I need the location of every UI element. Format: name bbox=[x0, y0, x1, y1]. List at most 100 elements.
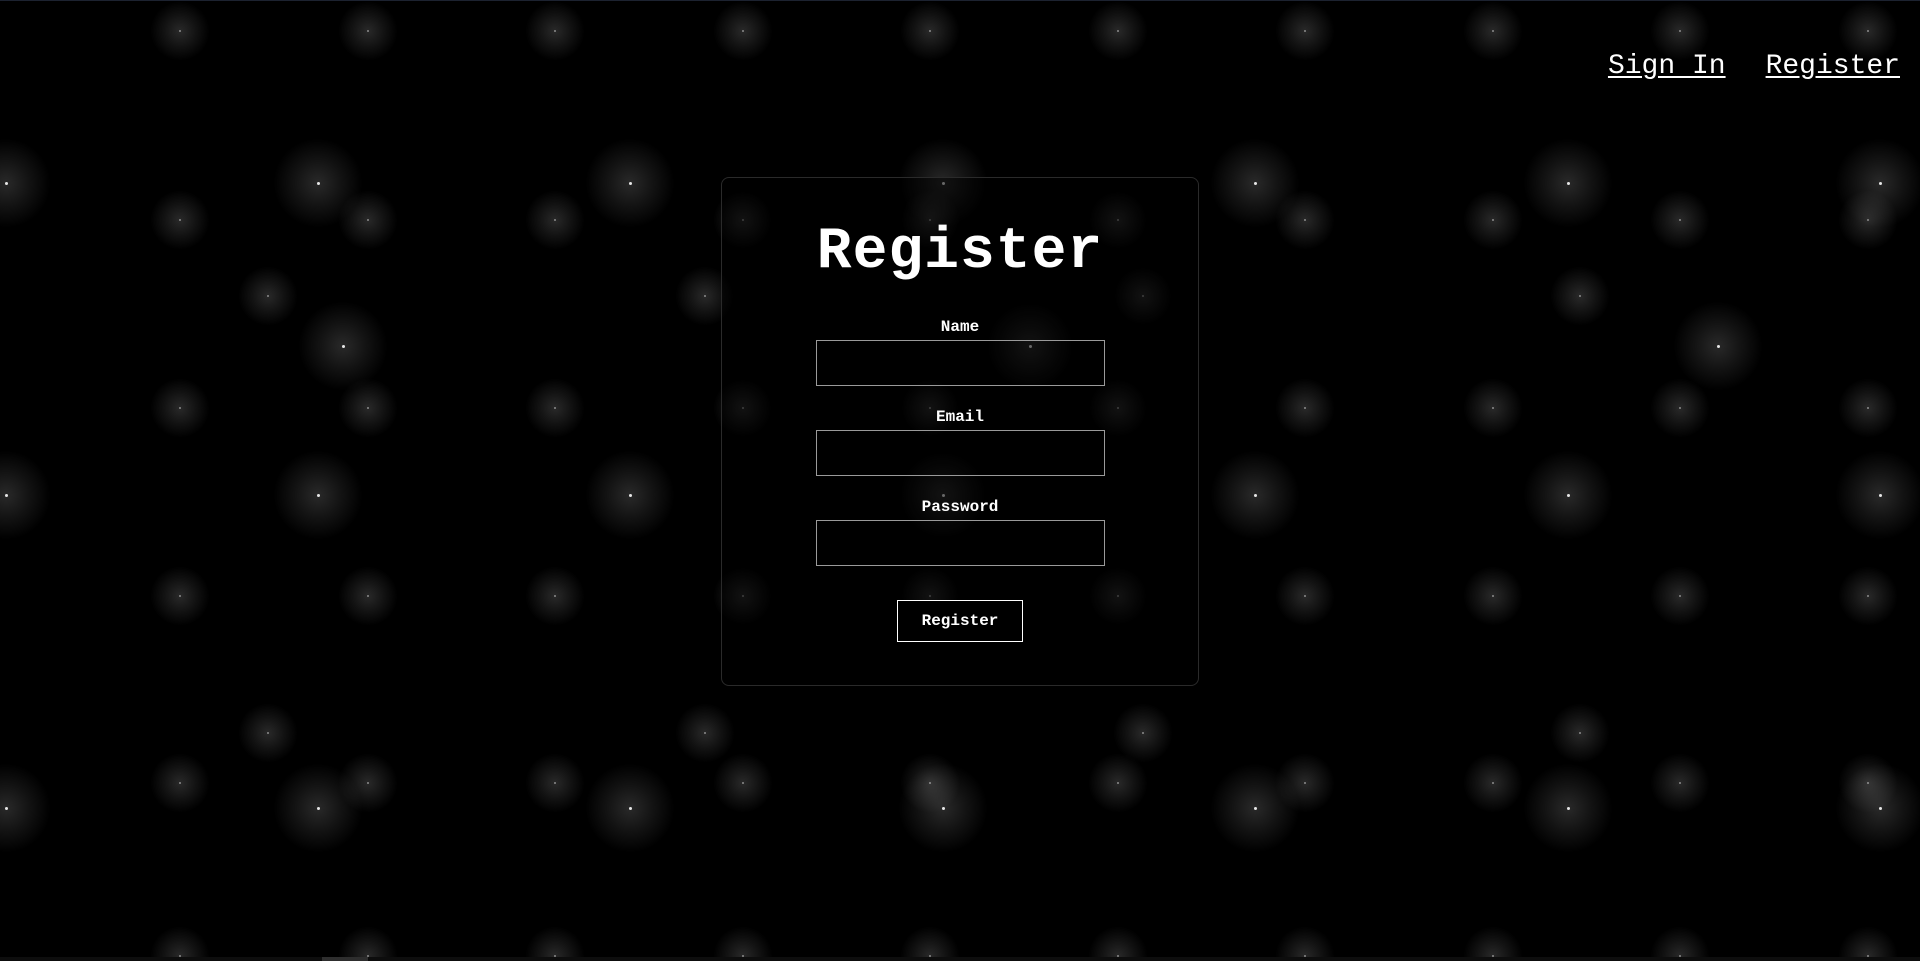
star-dot bbox=[1304, 782, 1306, 784]
star-glow bbox=[273, 450, 363, 540]
star-dot bbox=[1492, 219, 1494, 221]
star-dot bbox=[4, 493, 8, 497]
star-dot bbox=[267, 295, 269, 297]
register-button[interactable]: Register bbox=[897, 600, 1023, 642]
email-input[interactable] bbox=[815, 430, 1105, 476]
star-glow bbox=[713, 926, 773, 961]
star-glow bbox=[1835, 138, 1920, 228]
star-glow bbox=[1838, 926, 1898, 961]
password-field-group: Password bbox=[815, 498, 1105, 566]
star-glow bbox=[1838, 378, 1898, 438]
star-dot bbox=[1878, 806, 1882, 810]
star-glow bbox=[150, 378, 210, 438]
star-glow bbox=[0, 138, 51, 228]
star-glow bbox=[1835, 450, 1920, 540]
star-dot bbox=[554, 782, 556, 784]
star-dot bbox=[1679, 30, 1681, 32]
star-dot bbox=[316, 806, 320, 810]
star-glow bbox=[1275, 378, 1335, 438]
star-glow bbox=[713, 753, 773, 813]
star-glow bbox=[1210, 763, 1300, 853]
star-dot bbox=[1716, 344, 1720, 348]
star-dot bbox=[1867, 30, 1869, 32]
email-field-group: Email bbox=[815, 408, 1105, 476]
star-dot bbox=[1679, 595, 1681, 597]
star-glow bbox=[150, 190, 210, 250]
star-dot bbox=[367, 595, 369, 597]
star-glow bbox=[1088, 753, 1148, 813]
page-title: Register bbox=[816, 220, 1104, 285]
star-glow bbox=[1650, 378, 1710, 438]
star-dot bbox=[628, 806, 632, 810]
star-glow bbox=[150, 566, 210, 626]
star-dot bbox=[742, 782, 744, 784]
star-dot bbox=[316, 493, 320, 497]
star-dot bbox=[704, 732, 706, 734]
star-glow bbox=[298, 301, 388, 391]
star-glow bbox=[900, 753, 960, 813]
star-glow bbox=[585, 763, 675, 853]
star-glow bbox=[273, 763, 363, 853]
star-glow bbox=[1463, 378, 1523, 438]
star-dot bbox=[1117, 30, 1119, 32]
star-glow bbox=[1650, 190, 1710, 250]
star-glow bbox=[338, 1, 398, 61]
star-dot bbox=[1679, 219, 1681, 221]
star-dot bbox=[1117, 782, 1119, 784]
star-dot bbox=[1566, 806, 1570, 810]
star-dot bbox=[1304, 30, 1306, 32]
star-dot bbox=[1304, 407, 1306, 409]
star-glow bbox=[1210, 138, 1300, 228]
star-glow bbox=[1463, 753, 1523, 813]
star-glow bbox=[150, 753, 210, 813]
horizontal-scrollbar[interactable] bbox=[0, 957, 1920, 961]
star-dot bbox=[367, 407, 369, 409]
star-glow bbox=[1550, 703, 1610, 763]
star-dot bbox=[267, 732, 269, 734]
star-glow bbox=[1523, 450, 1613, 540]
star-dot bbox=[367, 30, 369, 32]
star-glow bbox=[525, 566, 585, 626]
star-glow bbox=[525, 1, 585, 61]
star-glow bbox=[150, 1, 210, 61]
sign-in-link[interactable]: Sign In bbox=[1608, 51, 1726, 82]
star-dot bbox=[742, 30, 744, 32]
star-glow bbox=[238, 266, 298, 326]
scrollbar-thumb[interactable] bbox=[322, 957, 368, 961]
star-glow bbox=[585, 138, 675, 228]
star-dot bbox=[1492, 30, 1494, 32]
star-glow bbox=[713, 1, 773, 61]
star-glow bbox=[898, 763, 988, 853]
star-glow bbox=[150, 926, 210, 961]
star-dot bbox=[1304, 219, 1306, 221]
star-dot bbox=[554, 30, 556, 32]
star-dot bbox=[1492, 407, 1494, 409]
star-glow bbox=[525, 753, 585, 813]
star-glow bbox=[1275, 753, 1335, 813]
star-dot bbox=[929, 782, 931, 784]
register-link[interactable]: Register bbox=[1766, 51, 1900, 82]
star-dot bbox=[1492, 782, 1494, 784]
star-glow bbox=[338, 926, 398, 961]
star-dot bbox=[1566, 181, 1570, 185]
password-input[interactable] bbox=[815, 520, 1105, 566]
star-glow bbox=[1838, 566, 1898, 626]
star-glow bbox=[525, 190, 585, 250]
star-dot bbox=[628, 493, 632, 497]
star-glow bbox=[1088, 926, 1148, 961]
star-dot bbox=[1579, 732, 1581, 734]
star-glow bbox=[1650, 753, 1710, 813]
star-dot bbox=[554, 219, 556, 221]
star-glow bbox=[1113, 703, 1173, 763]
star-glow bbox=[1650, 926, 1710, 961]
register-page: Sign In Register Register Name Email Pas… bbox=[0, 0, 1920, 961]
name-input[interactable] bbox=[815, 340, 1105, 386]
star-dot bbox=[1579, 295, 1581, 297]
star-glow bbox=[1463, 190, 1523, 250]
star-dot bbox=[1878, 181, 1882, 185]
star-dot bbox=[179, 782, 181, 784]
star-glow bbox=[900, 1, 960, 61]
star-glow bbox=[1523, 138, 1613, 228]
star-glow bbox=[1275, 926, 1335, 961]
star-glow bbox=[338, 753, 398, 813]
